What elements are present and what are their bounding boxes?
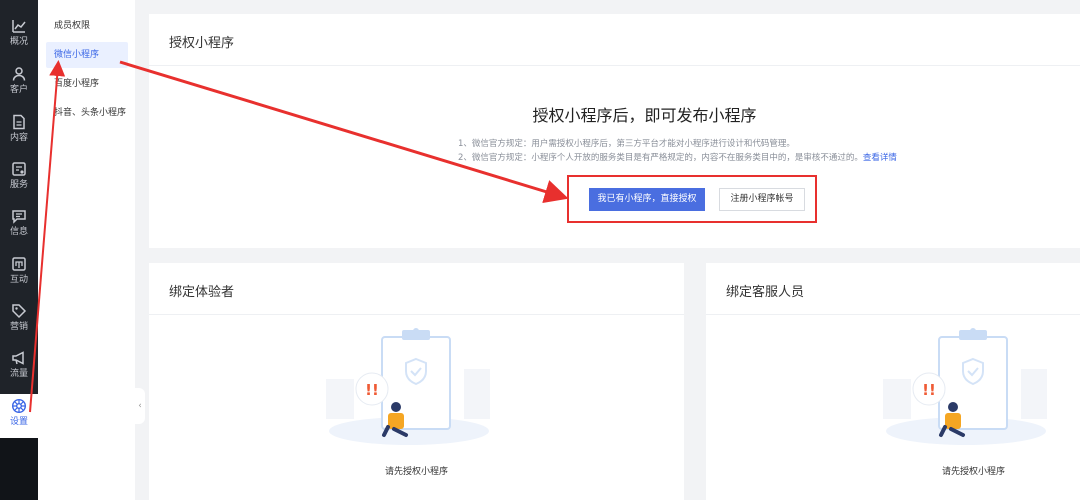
authorize-existing-button[interactable]: 我已有小程序，直接授权 bbox=[589, 188, 705, 211]
empty-state-illustration: !! bbox=[883, 328, 1047, 445]
empty-state-illustration: !! bbox=[326, 328, 490, 445]
trend-icon bbox=[12, 20, 26, 33]
authorize-miniprogram-card: 授权小程序 授权小程序后，即可发布小程序 1、微信官方规定：用户需授权小程序后，… bbox=[149, 14, 1080, 248]
divider bbox=[149, 314, 684, 315]
nav-item-label: 信息 bbox=[9, 227, 28, 237]
nav-item-label: 营销 bbox=[9, 322, 28, 332]
rail-footer bbox=[0, 438, 38, 500]
register-miniprogram-button[interactable]: 注册小程序帐号 bbox=[719, 188, 805, 211]
nav-item-label: 流量 bbox=[9, 369, 28, 379]
authorize-headline: 授权小程序后，即可发布小程序 bbox=[532, 106, 757, 125]
nav-item-service[interactable]: 服务 bbox=[0, 157, 38, 201]
svg-text:!!: !! bbox=[365, 381, 379, 399]
bind-customer-service-card: 绑定客服人员 !! 请先授权小程序 bbox=[706, 263, 1080, 500]
tag-icon bbox=[12, 304, 27, 319]
settings-submenu: 成员权限 微信小程序 百度小程序 抖音、头条小程序 bbox=[38, 0, 135, 500]
note-1: 1、微信官方规定：用户需授权小程序后，第三方平台才能对小程序进行设计和代码管理。 bbox=[458, 139, 795, 149]
empty-state-text: 请先授权小程序 bbox=[942, 467, 1006, 477]
empty-state-text: 请先授权小程序 bbox=[385, 467, 449, 477]
nav-item-content[interactable]: 内容 bbox=[0, 110, 38, 154]
nav-item-customers[interactable]: 客户 bbox=[0, 62, 38, 106]
view-details-link[interactable]: 查看详情 bbox=[863, 153, 897, 163]
nav-item-label: 互动 bbox=[9, 275, 28, 285]
service-icon bbox=[12, 162, 26, 176]
nav-item-label: 概况 bbox=[9, 37, 28, 47]
divider bbox=[706, 314, 1080, 315]
svg-text:!!: !! bbox=[922, 381, 936, 399]
submenu-item-douyin-toutiao-miniprogram[interactable]: 抖音、头条小程序 bbox=[46, 100, 128, 126]
main-nav-rail: 概况 客户 内容 服务 信息 互动 营销 流量 设置 bbox=[0, 0, 38, 500]
nav-item-interaction[interactable]: 互动 bbox=[0, 252, 38, 296]
divider bbox=[149, 65, 1080, 66]
card-title: 绑定客服人员 bbox=[726, 285, 805, 300]
collapse-submenu-handle[interactable]: ‹ bbox=[135, 388, 145, 424]
note-2-row: 2、微信官方规定：小程序个人开放的服务类目是有严格规定的，内容不在服务类目中的，… bbox=[458, 151, 897, 165]
nav-item-traffic[interactable]: 流量 bbox=[0, 346, 38, 390]
nav-item-messages[interactable]: 信息 bbox=[0, 204, 38, 248]
settings-icon bbox=[11, 398, 27, 414]
user-icon bbox=[12, 67, 26, 81]
nav-item-label: 设置 bbox=[9, 417, 28, 427]
submenu-item-baidu-miniprogram[interactable]: 百度小程序 bbox=[46, 71, 128, 97]
nav-item-overview[interactable]: 概况 bbox=[0, 14, 38, 58]
bind-tester-card: 绑定体验者 !! 请先授权小程序 bbox=[149, 263, 684, 500]
chevron-left-icon: ‹ bbox=[138, 401, 142, 411]
nav-item-label: 客户 bbox=[9, 85, 28, 95]
submenu-item-wechat-miniprogram[interactable]: 微信小程序 bbox=[46, 42, 128, 68]
note-2: 2、微信官方规定：小程序个人开放的服务类目是有严格规定的，内容不在服务类目中的，… bbox=[458, 153, 863, 163]
message-icon bbox=[12, 210, 26, 224]
nav-item-label: 服务 bbox=[9, 180, 28, 190]
card-title: 绑定体验者 bbox=[169, 285, 235, 300]
document-icon bbox=[13, 114, 25, 130]
card-title: 授权小程序 bbox=[169, 36, 235, 51]
interaction-icon bbox=[12, 257, 26, 271]
submenu-item-member-permissions[interactable]: 成员权限 bbox=[46, 13, 128, 39]
nav-item-label: 内容 bbox=[9, 133, 28, 143]
authorize-notes: 1、微信官方规定：用户需授权小程序后，第三方平台才能对小程序进行设计和代码管理。… bbox=[458, 137, 897, 165]
button-highlight-box: 我已有小程序，直接授权 注册小程序帐号 bbox=[567, 175, 817, 223]
nav-item-settings[interactable]: 设置 bbox=[0, 394, 38, 438]
megaphone-icon bbox=[12, 351, 24, 365]
nav-item-marketing[interactable]: 营销 bbox=[0, 299, 38, 343]
